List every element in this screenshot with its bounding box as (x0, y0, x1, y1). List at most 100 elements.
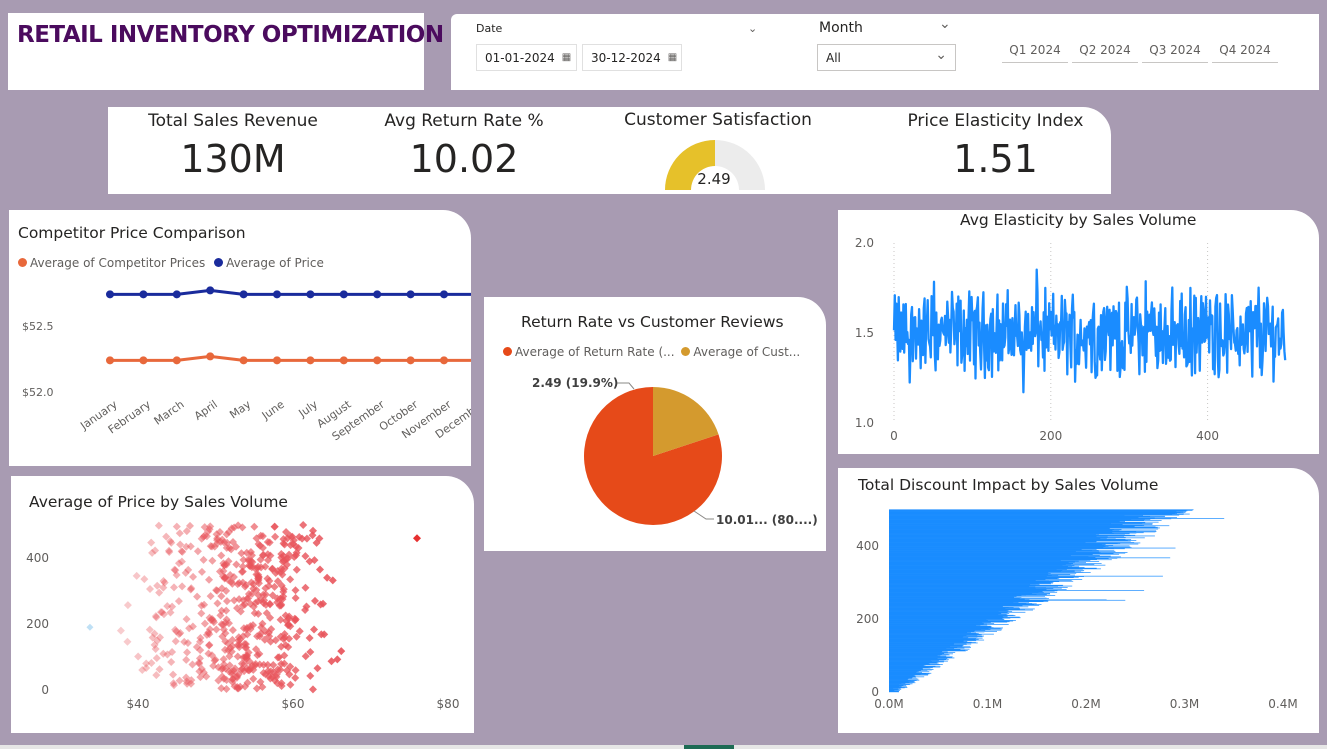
data-point (406, 356, 415, 365)
scatter-point (199, 555, 208, 564)
pie-label-large: 10.01... (80....) (716, 513, 818, 527)
scatter-point (152, 654, 161, 663)
y-tick-label: $52.5 (22, 320, 54, 333)
scatter-point (306, 671, 315, 680)
x-tick-label: July (296, 398, 321, 421)
satisfaction-label: Customer Satisfaction (624, 110, 812, 130)
y-tick-label: 400 (856, 539, 879, 553)
data-point (273, 290, 281, 299)
scatter-point (286, 680, 295, 689)
y-tick-label: 400 (26, 551, 49, 565)
x-tick-label: March (152, 398, 187, 428)
leader-line (616, 382, 635, 390)
satisfaction-value: 2.49 (697, 170, 731, 188)
y-tick-label: $52.0 (22, 386, 54, 399)
calendar-icon[interactable]: ▦ (668, 52, 677, 63)
date-end-field[interactable]: 30-12-2024 ▦ (582, 44, 682, 71)
date-end-value: 30-12-2024 (591, 50, 661, 65)
price-scatter-chart: $40 $60 $80 400 200 0 (26, 521, 460, 711)
data-point (306, 356, 315, 365)
scatter-point (205, 575, 214, 584)
scatter-point (197, 609, 206, 618)
x-tick-label: 200 (1039, 429, 1062, 443)
scatter-point (171, 637, 180, 646)
scatter-point (132, 571, 141, 580)
total-sales-value: 130M (180, 137, 286, 181)
discount-card: Total Discount Impact by Sales Volume 0.… (838, 468, 1319, 733)
data-point (206, 352, 215, 361)
q1-button[interactable]: Q1 2024 (1002, 39, 1068, 63)
kpi-card: Total Sales Revenue 130M Avg Return Rate… (108, 107, 1111, 194)
x-tick-label: 0.3M (1170, 697, 1199, 711)
scatter-point (116, 626, 125, 635)
y-tick-label: 200 (26, 617, 49, 631)
scatter-point (178, 582, 187, 591)
x-tick-label: $60 (282, 697, 305, 711)
scatter-point (193, 547, 202, 556)
scatter-point (292, 565, 301, 574)
scatter-point (291, 586, 300, 595)
calendar-icon[interactable]: ▦ (562, 52, 571, 63)
scatter-point (239, 555, 248, 564)
y-tick-label: 1.5 (855, 326, 874, 340)
month-label: Month (819, 20, 863, 36)
scatter-point (140, 575, 149, 584)
data-point (373, 290, 382, 299)
data-point (139, 356, 148, 365)
elasticity-value: 1.51 (953, 137, 1038, 181)
date-dropdown-chevron-icon[interactable]: ⌄ (748, 22, 757, 35)
filters-card: Date ⌄ 01-01-2024 ▦ 30-12-2024 ▦ Month ⌄… (451, 14, 1319, 90)
scatter-point (213, 599, 222, 608)
x-tick-label: $80 (437, 697, 460, 711)
discount-bar-chart: 0.0M 0.1M 0.2M 0.3M 0.4M 400 200 0 (856, 509, 1298, 711)
page-tab-active[interactable] (684, 745, 734, 749)
scatter-point (182, 615, 191, 624)
x-tick-label: $40 (127, 697, 150, 711)
competitor-line-chart: $52.5$52.0JanuaryFebruaryMarch April May Ju… (22, 286, 471, 443)
month-select[interactable]: All ⌄ (817, 44, 956, 71)
data-point (139, 290, 148, 299)
data-point (306, 290, 315, 299)
scatter-point (205, 640, 214, 649)
scatter-point (208, 556, 217, 565)
scatter-point (146, 585, 155, 594)
scatter-point (183, 648, 192, 657)
q4-button[interactable]: Q4 2024 (1212, 39, 1278, 63)
data-point (440, 290, 448, 299)
y-tick-label: 2.0 (855, 236, 874, 250)
q3-button[interactable]: Q3 2024 (1142, 39, 1208, 63)
scatter-point (413, 534, 421, 543)
y-tick-label: 1.0 (855, 416, 874, 430)
scatter-point (250, 522, 259, 531)
return-pie-card: Return Rate vs Customer Reviews Average … (484, 297, 826, 551)
price-scatter-card: Average of Price by Sales Volume $40 $60 $… (11, 476, 474, 733)
scatter-point (169, 583, 178, 592)
x-tick-label: 0.1M (973, 697, 1002, 711)
x-tick-label: 0 (890, 429, 898, 443)
scatter-point (223, 597, 232, 606)
x-tick-label: May (227, 398, 253, 422)
scatter-point (308, 526, 317, 535)
x-tick-label: 0.4M (1268, 697, 1297, 711)
data-point (106, 290, 114, 299)
q2-button[interactable]: Q2 2024 (1072, 39, 1138, 63)
page-tab-strip (0, 745, 1327, 749)
return-rate-label: Avg Return Rate % (384, 111, 544, 131)
title-card: RETAIL INVENTORY OPTIMIZATION (8, 13, 444, 90)
data-point (339, 290, 348, 299)
date-start-field[interactable]: 01-01-2024 ▦ (476, 44, 577, 71)
scatter-point (165, 548, 174, 557)
scatter-point (337, 647, 346, 656)
data-point (440, 356, 448, 365)
elasticity-line-chart: 0 200 400 2.0 1.5 1.0 (855, 236, 1287, 443)
scatter-point (123, 601, 132, 610)
month-chevron-icon[interactable]: ⌄ (939, 16, 951, 32)
data-point (406, 290, 415, 299)
y-tick-label: 0 (871, 685, 879, 699)
scatter-point (305, 634, 314, 643)
scatter-point (299, 521, 308, 530)
scatter-point (232, 560, 241, 569)
y-tick-label: 0 (41, 683, 49, 697)
scatter-point (222, 685, 231, 694)
data-point (106, 356, 114, 365)
